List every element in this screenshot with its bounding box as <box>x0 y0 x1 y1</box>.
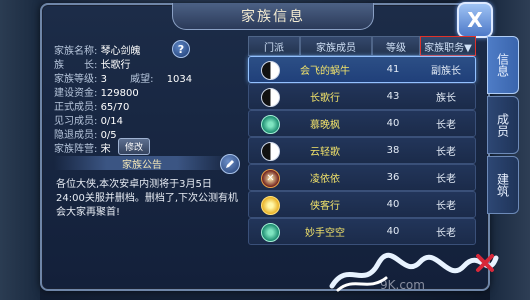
tab-members[interactable]: 成员 <box>487 96 519 154</box>
member-level: 40 <box>386 226 400 237</box>
member-role: 长老 <box>436 228 456 239</box>
window-title-bar: 家族信息 <box>172 3 374 30</box>
close-icon: X <box>467 8 483 32</box>
tab-buildings-label: 建筑 <box>495 173 510 197</box>
member-role: 长老 <box>436 174 456 185</box>
tornado-icon <box>261 115 280 134</box>
tab-info-label: 信息 <box>495 53 510 77</box>
family-name-row: 家族名称: 琴心剑魄 <box>54 42 141 57</box>
member-name: 云轻歌 <box>310 147 340 158</box>
tab-members-label: 成员 <box>495 113 510 137</box>
funds-row: 建设资金: 129800 <box>54 84 139 99</box>
close-button[interactable]: X <box>457 2 493 38</box>
yinyang-icon <box>261 142 280 161</box>
member-role: 副族长 <box>431 66 461 77</box>
notice-header: 家族公告 <box>54 156 230 171</box>
faction-value: 宋 <box>100 144 111 155</box>
notice-title: 家族公告 <box>122 159 162 171</box>
family-info-panel: 家族名称: 琴心剑魄 ? 族 长: 长歌行 家族等级: 3 威望: 1034 建… <box>54 36 242 286</box>
table-row[interactable]: 侠客行 40 长老 <box>248 191 476 218</box>
member-role: 族长 <box>436 93 456 104</box>
member-name: 长歌行 <box>310 93 340 104</box>
leader-row: 族 长: 长歌行 <box>54 56 131 71</box>
table-row[interactable]: 妙手空空 40 长老 <box>248 218 476 245</box>
hidden-members-row: 隐退成员: 0/5 <box>54 126 117 141</box>
header-level[interactable]: 等级 <box>372 36 420 56</box>
yinyang-icon <box>261 88 280 107</box>
tab-info[interactable]: 信息 <box>487 36 519 94</box>
crossed-swords-icon: ✕ <box>261 169 280 188</box>
watermark: 9K.com <box>380 278 425 292</box>
member-level: 40 <box>386 118 400 129</box>
edit-notice-button[interactable] <box>220 154 240 174</box>
header-role-sort[interactable]: 家族职务▼ <box>420 36 476 56</box>
help-icon[interactable]: ? <box>172 40 190 58</box>
table-row[interactable]: 会飞的蜗牛 41 副族长 <box>248 56 476 83</box>
member-level: 36 <box>386 172 400 183</box>
faction-label: 家族阵营: <box>54 144 98 155</box>
table-row[interactable]: 慕晚枫 40 长老 <box>248 110 476 137</box>
header-member[interactable]: 家族成员 <box>300 36 372 56</box>
pencil-icon <box>226 160 234 168</box>
member-name: 凌依依 <box>310 174 340 185</box>
member-name: 慕晚枫 <box>310 120 340 131</box>
notice-text: 各位大侠,本次安卓内测将于3月5日24:00关服并删档。删档了,下次公测有机会大… <box>56 179 238 218</box>
members-table: 门派 家族成员 等级 家族职务▼ 会飞的蜗牛 41 副族长 长歌行 43 族长 … <box>244 36 478 286</box>
member-name: 侠客行 <box>310 201 340 212</box>
member-level: 41 <box>386 64 400 75</box>
modify-faction-button[interactable]: 修改 <box>118 138 150 155</box>
tornado-icon <box>261 223 280 242</box>
tab-buildings[interactable]: 建筑 <box>487 156 519 214</box>
sun-icon <box>261 196 280 215</box>
member-level: 38 <box>386 145 400 156</box>
member-level: 40 <box>386 199 400 210</box>
member-role: 长老 <box>436 147 456 158</box>
member-role: 长老 <box>436 120 456 131</box>
table-row[interactable]: 长歌行 43 族长 <box>248 83 476 110</box>
faction-row: 家族阵营: 宋 <box>54 140 111 155</box>
members-row: 正式成员: 65/70 <box>54 98 129 113</box>
yinyang-icon <box>261 61 280 80</box>
member-name: 会飞的蜗牛 <box>300 66 350 77</box>
prestige-value: 1034 <box>166 74 193 85</box>
window-title: 家族信息 <box>241 9 305 25</box>
header-sect[interactable]: 门派 <box>248 36 300 56</box>
level-row: 家族等级: 3 威望: 1034 <box>54 70 193 85</box>
member-name: 妙手空空 <box>305 228 345 239</box>
trainees-row: 见习成员: 0/14 <box>54 112 123 127</box>
table-row[interactable]: ✕ 凌依依 36 长老 <box>248 164 476 191</box>
scene-background-left <box>0 0 40 300</box>
member-level: 43 <box>386 91 400 102</box>
table-row[interactable]: 云轻歌 38 长老 <box>248 137 476 164</box>
member-role: 长老 <box>436 201 456 212</box>
